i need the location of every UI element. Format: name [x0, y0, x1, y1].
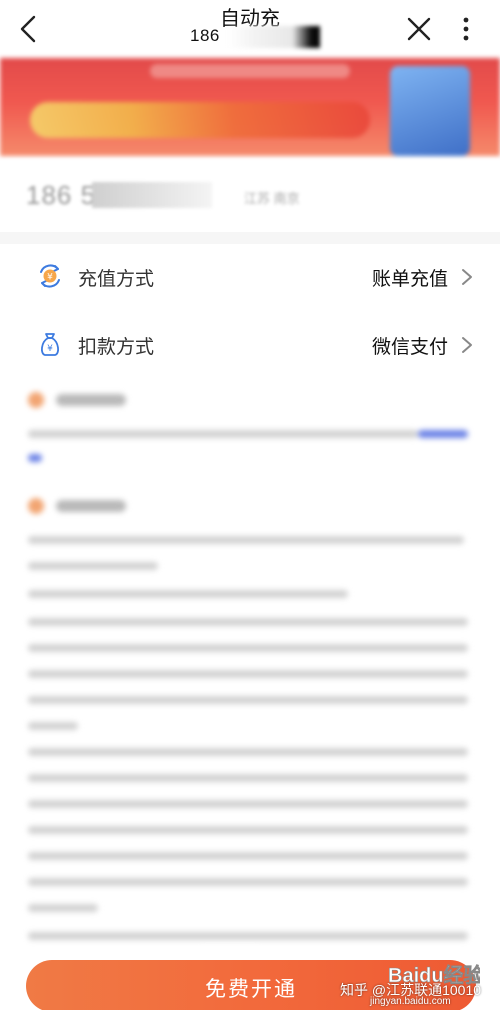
- text-line: [28, 618, 468, 626]
- page-subtitle-phone: 186: [190, 26, 220, 45]
- promo-banner[interactable]: [0, 58, 500, 156]
- text-line: [28, 536, 464, 544]
- more-vertical-icon[interactable]: [456, 14, 476, 44]
- text-line: [28, 430, 418, 438]
- svg-text:¥: ¥: [47, 344, 53, 354]
- money-bag-icon: ¥: [41, 333, 59, 356]
- text-line: [28, 800, 468, 808]
- payment-method-value: 微信支付: [371, 337, 448, 358]
- section-heading-2: [28, 496, 126, 516]
- account-region: 江苏 南京: [244, 191, 300, 206]
- text-line: [28, 932, 468, 940]
- text-line: [28, 826, 468, 834]
- text-line: [28, 696, 468, 704]
- section-bullet-icon: [28, 392, 44, 408]
- text-line: [28, 670, 468, 678]
- text-line: [28, 590, 348, 598]
- banner-decoration: [150, 64, 350, 78]
- payment-method-label: 扣款方式: [78, 337, 155, 358]
- section-title-blurred: [56, 394, 126, 406]
- text-line: [28, 904, 98, 912]
- svg-text:¥: ¥: [47, 273, 53, 283]
- section-divider: [0, 232, 500, 244]
- text-line: [28, 644, 468, 652]
- text-line: [28, 878, 468, 886]
- text-line: [28, 748, 468, 756]
- recharge-method-label: 充值方式: [78, 269, 155, 290]
- section-bullet-icon: [28, 498, 44, 514]
- section-title-blurred: [56, 500, 126, 512]
- top-bar: 自动充 186: [0, 0, 500, 58]
- yuan-refresh-icon: ¥: [40, 264, 60, 288]
- chevron-right-icon: [462, 269, 472, 285]
- chevron-right-icon: [462, 337, 472, 353]
- phone-redaction: [228, 26, 320, 48]
- account-phone: 186 5: [26, 180, 97, 210]
- text-line: [28, 774, 468, 782]
- section-heading-1: [28, 390, 126, 410]
- payment-method-row[interactable]: ¥ 扣款方式 微信支付: [0, 313, 500, 375]
- recharge-method-value: 账单充值: [371, 269, 448, 290]
- terms-content: [0, 378, 500, 978]
- banner-illustration: [390, 66, 470, 156]
- jingyan-url-watermark: jingyan.baidu.com: [370, 996, 451, 1007]
- text-link[interactable]: [28, 454, 42, 462]
- close-icon[interactable]: [404, 14, 434, 44]
- recharge-method-row[interactable]: ¥ 充值方式 账单充值: [0, 245, 500, 307]
- text-link[interactable]: [418, 430, 468, 438]
- text-line: [28, 852, 468, 860]
- banner-headline: [30, 102, 370, 138]
- text-line: [28, 722, 78, 730]
- account-phone-redaction: [92, 182, 212, 208]
- text-line: [28, 562, 158, 570]
- account-row: 186 5 江苏 南京: [0, 160, 500, 232]
